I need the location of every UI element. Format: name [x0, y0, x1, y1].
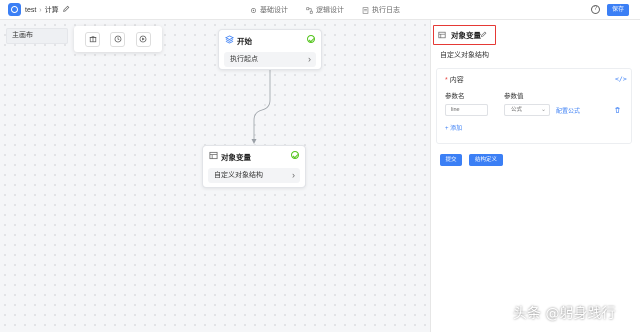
tab-label: 执行日志: [372, 7, 400, 14]
tab-execution-log[interactable]: 执行日志: [362, 5, 400, 15]
canvas-toolbar: [74, 26, 162, 52]
node-body-label: 自定义对象结构: [214, 172, 263, 179]
page-name: 计算: [44, 7, 59, 14]
table-icon: [438, 31, 446, 39]
node-body[interactable]: 自定义对象结构 ›: [208, 168, 300, 183]
tab-basic-design[interactable]: 基础设计: [250, 5, 288, 15]
clock-icon: [114, 35, 122, 43]
submit-button[interactable]: 提交: [440, 154, 462, 166]
node-body-label: 执行起点: [230, 56, 258, 63]
edit-name-icon[interactable]: [62, 5, 70, 13]
breadcrumb-separator: ›: [39, 7, 42, 14]
code-icon[interactable]: </>: [615, 75, 627, 83]
help-icon[interactable]: ?: [591, 5, 600, 14]
tab-logic-design[interactable]: 逻辑设计: [306, 5, 344, 15]
breadcrumb: test › 计算: [25, 5, 59, 15]
chevron-right-icon: ›: [308, 54, 311, 64]
struct-definition-button[interactable]: 结构定义: [469, 154, 503, 166]
package-icon: [89, 35, 96, 43]
chevron-down-icon: ⌄: [540, 107, 546, 113]
watermark: 头条 @躬身践行: [513, 306, 616, 322]
log-icon: [362, 6, 369, 14]
add-param-link[interactable]: + 添加: [445, 123, 462, 132]
param-type-value: 公式: [511, 107, 523, 113]
main-canvas-tab[interactable]: 主画布: [6, 28, 68, 44]
check-circle-icon: [291, 151, 299, 159]
chevron-right-icon: ›: [292, 170, 295, 180]
column-header-value: 参数值: [504, 93, 524, 100]
play-icon: [139, 35, 147, 43]
tab-label: 基础设计: [260, 7, 288, 14]
run-button[interactable]: [135, 31, 151, 47]
section-label: * 内容: [445, 75, 464, 85]
panel-subtitle: 自定义对象结构: [440, 52, 489, 59]
save-button[interactable]: 保存: [607, 4, 629, 16]
gear-icon: [251, 7, 256, 13]
config-formula-link[interactable]: 配置公式: [556, 106, 580, 115]
history-button[interactable]: [110, 31, 126, 47]
tab-label: 逻辑设计: [316, 7, 344, 14]
top-bar: test › 计算 基础设计 逻辑设计 执行日志 ? 保存: [0, 0, 640, 20]
node-title: 开始: [237, 37, 252, 46]
app-logo-icon: [8, 3, 21, 16]
start-node[interactable]: 开始 执行起点 ›: [218, 29, 322, 70]
check-circle-icon: [307, 35, 315, 43]
param-name-input[interactable]: line: [445, 104, 488, 116]
layers-icon: [224, 35, 235, 44]
node-body[interactable]: 执行起点 ›: [224, 52, 316, 67]
package-button[interactable]: [85, 31, 101, 47]
app-name[interactable]: test: [25, 7, 36, 14]
column-header-name: 参数名: [445, 93, 465, 100]
object-variable-node[interactable]: 对象变量 自定义对象结构 ›: [202, 145, 306, 188]
table-icon: [209, 151, 218, 160]
panel-title: 对象变量: [451, 31, 481, 40]
node-title: 对象变量: [221, 153, 251, 162]
mode-tabs: 基础设计 逻辑设计 执行日志: [250, 5, 400, 15]
properties-panel: [430, 20, 640, 332]
section-label-text: 内容: [449, 77, 464, 84]
param-type-select[interactable]: 公式 ⌄: [504, 104, 550, 116]
trash-icon[interactable]: [614, 106, 621, 114]
flow-icon: [306, 6, 313, 14]
required-mark: *: [445, 77, 448, 84]
edit-title-icon[interactable]: [480, 31, 487, 38]
